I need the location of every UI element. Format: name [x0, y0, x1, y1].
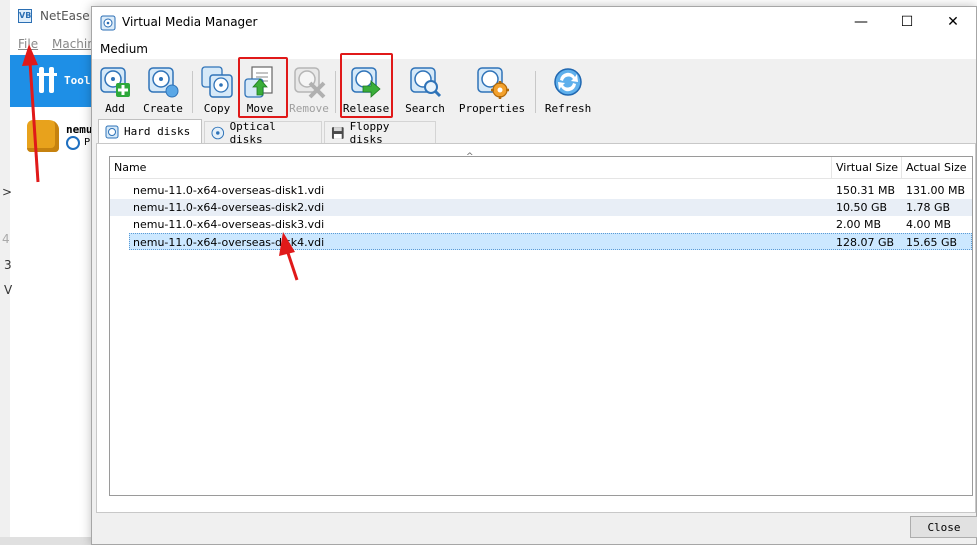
media-list[interactable]: Name Virtual Size Actual Size ^ nemu-11.…	[109, 152, 973, 496]
tools-icon	[37, 67, 57, 93]
menu-medium[interactable]: Medium	[100, 42, 148, 56]
background-fragment: V	[4, 283, 13, 297]
copy-button[interactable]: Copy	[200, 65, 234, 117]
toolbar-separator	[192, 71, 193, 113]
hard-disk-icon	[105, 125, 119, 138]
search-disk-icon	[410, 67, 442, 98]
copy-label: Copy	[203, 102, 231, 115]
cell-name: nemu-11.0-x64-overseas-disk1.vdi	[133, 184, 325, 197]
list-header: Name Virtual Size Actual Size ^	[110, 152, 972, 179]
background-fragment: >	[2, 185, 13, 199]
background-fragment: 4	[2, 232, 10, 246]
table-row[interactable]: nemu-11.0-x64-overseas-disk3.vdi 2.00 MB…	[110, 216, 972, 233]
tab-hard-disks-label: Hard disks	[124, 125, 191, 138]
properties-button[interactable]: Properties	[458, 65, 526, 117]
hard-disks-pane: Name Virtual Size Actual Size ^ nemu-11.…	[96, 143, 976, 513]
refresh-label: Refresh	[544, 102, 592, 115]
refresh-button[interactable]: Refresh	[544, 65, 592, 117]
remove-disk-icon	[294, 67, 326, 99]
table-row-selected[interactable]: nemu-11.0-x64-overseas-disk4.vdi 128.07 …	[129, 233, 972, 250]
table-row[interactable]: nemu-11.0-x64-overseas-disk1.vdi 150.31 …	[110, 182, 972, 199]
toolbar-separator	[335, 71, 336, 113]
search-button[interactable]: Search	[405, 65, 445, 117]
tab-floppy-disks-label: Floppy disks	[349, 119, 390, 146]
maximize-button[interactable]: ☐	[884, 7, 930, 37]
create-label: Create	[143, 102, 183, 115]
background-fragment: 3	[4, 258, 12, 272]
cell-name: nemu-11.0-x64-overseas-disk4.vdi	[133, 236, 325, 249]
tab-optical-disks[interactable]: Optical disks	[204, 119, 322, 146]
sort-arrow-icon: ^	[466, 152, 474, 162]
copy-disk-icon	[201, 66, 233, 98]
refresh-icon	[554, 68, 582, 96]
media-manager-icon	[100, 15, 116, 31]
cell-name: nemu-11.0-x64-overseas-disk2.vdi	[133, 201, 325, 214]
tab-floppy-disks[interactable]: Floppy disks	[324, 119, 436, 146]
table-row[interactable]: nemu-11.0-x64-overseas-disk2.vdi 10.50 G…	[110, 199, 972, 216]
dialog-menubar: Medium	[92, 39, 976, 59]
tab-optical-disks-label: Optical disks	[229, 119, 276, 146]
background-menu-file[interactable]: File	[18, 37, 38, 51]
create-button[interactable]: Create	[143, 65, 183, 117]
remove-label: Remove	[289, 102, 329, 115]
virtualbox-app-icon: VB	[18, 9, 32, 23]
add-button[interactable]: Add	[98, 65, 132, 117]
cell-actual-size: 1.78 GB	[906, 201, 951, 214]
release-highlight-box	[340, 53, 393, 118]
cell-actual-size: 15.65 GB	[906, 236, 958, 249]
optical-disk-icon	[211, 126, 225, 139]
add-label: Add	[105, 102, 125, 115]
cell-name: nemu-11.0-x64-overseas-disk3.vdi	[133, 218, 325, 231]
search-label: Search	[405, 102, 445, 115]
remove-button[interactable]: Remove	[289, 65, 329, 117]
header-actual-size[interactable]: Actual Size	[902, 157, 972, 179]
cell-actual-size: 131.00 MB	[906, 184, 966, 197]
vm-os-icon	[27, 120, 59, 152]
background-menu-machine[interactable]: Machin	[52, 37, 95, 51]
dialog-titlebar: Virtual Media Manager — ☐ ✕	[92, 7, 976, 39]
minimize-button[interactable]: —	[838, 7, 884, 37]
properties-gear-icon	[477, 67, 509, 99]
cell-virtual-size: 2.00 MB	[836, 218, 882, 231]
create-disk-icon	[148, 67, 179, 98]
tab-hard-disks[interactable]: Hard disks	[98, 119, 202, 143]
cell-virtual-size: 150.31 MB	[836, 184, 896, 197]
close-button[interactable]: Close	[910, 516, 977, 538]
header-virtual-size[interactable]: Virtual Size	[832, 157, 902, 179]
dialog-title: Virtual Media Manager	[122, 15, 258, 29]
move-highlight-box	[238, 57, 288, 118]
floppy-disk-icon	[331, 126, 344, 139]
cell-virtual-size: 10.50 GB	[836, 201, 888, 214]
virtual-media-manager-dialog: Virtual Media Manager — ☐ ✕ Medium Add C…	[91, 6, 977, 545]
toolbar: Add Create Copy Move Remove Release Sear…	[92, 61, 976, 119]
cell-actual-size: 4.00 MB	[906, 218, 952, 231]
background-tools-label: Tool	[64, 74, 91, 87]
toolbar-separator	[535, 71, 536, 113]
power-state-icon	[66, 136, 80, 150]
background-vm-state: P	[84, 137, 91, 148]
background-vm-name: nemu	[66, 123, 93, 136]
add-disk-icon	[100, 67, 130, 97]
cell-virtual-size: 128.07 GB	[836, 236, 895, 249]
properties-label: Properties	[458, 102, 526, 115]
close-window-button[interactable]: ✕	[930, 7, 976, 37]
media-tabs: Hard disks Optical disks Floppy disks	[96, 119, 976, 146]
